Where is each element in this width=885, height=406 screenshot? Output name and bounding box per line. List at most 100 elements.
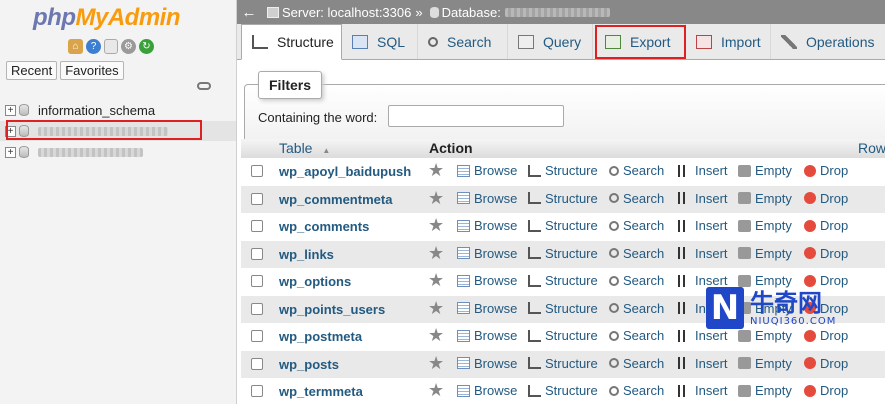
- row-checkbox[interactable]: [251, 220, 263, 232]
- table-name-link[interactable]: wp_points_users: [279, 302, 385, 317]
- favorite-star-icon[interactable]: ★: [428, 270, 444, 291]
- row-checkbox[interactable]: [251, 275, 263, 287]
- drop-action[interactable]: Drop: [804, 383, 848, 398]
- search-action[interactable]: Search: [609, 163, 664, 178]
- insert-action[interactable]: Insert: [678, 328, 728, 343]
- row-checkbox[interactable]: [251, 247, 263, 260]
- breadcrumb-database[interactable]: Database:: [442, 5, 501, 20]
- search-action[interactable]: Search: [609, 328, 664, 343]
- back-arrow-icon[interactable]: ←: [237, 4, 261, 21]
- structure-action[interactable]: Structure: [528, 246, 598, 261]
- browse-action[interactable]: Browse: [457, 273, 517, 288]
- link-icon[interactable]: [197, 82, 211, 90]
- structure-action[interactable]: Structure: [528, 163, 598, 178]
- empty-action[interactable]: Empty: [738, 273, 792, 288]
- table-name-link[interactable]: wp_termmeta: [279, 384, 363, 399]
- browse-action[interactable]: Browse: [457, 246, 517, 261]
- empty-action[interactable]: Empty: [738, 383, 792, 398]
- filter-input[interactable]: [388, 105, 564, 127]
- structure-action[interactable]: Structure: [528, 356, 598, 371]
- empty-action[interactable]: Empty: [738, 163, 792, 178]
- tab-structure[interactable]: Structure: [241, 24, 342, 60]
- home-icon[interactable]: ⌂: [68, 39, 83, 54]
- table-name-link[interactable]: wp_commentmeta: [279, 192, 392, 207]
- tab-search[interactable]: Search: [418, 24, 508, 59]
- table-name-link[interactable]: wp_postmeta: [279, 329, 362, 344]
- help-icon[interactable]: ?: [86, 39, 101, 54]
- table-name-link[interactable]: wp_links: [279, 247, 334, 262]
- tab-operations[interactable]: Operations: [771, 24, 885, 59]
- drop-action[interactable]: Drop: [804, 191, 848, 206]
- empty-action[interactable]: Empty: [738, 356, 792, 371]
- structure-action[interactable]: Structure: [528, 328, 598, 343]
- breadcrumb-server[interactable]: Server: localhost:3306: [282, 5, 411, 20]
- drop-action[interactable]: Drop: [804, 273, 848, 288]
- browse-action[interactable]: Browse: [457, 328, 517, 343]
- drop-action[interactable]: Drop: [804, 218, 848, 233]
- settings-icon[interactable]: ⚙: [121, 39, 136, 54]
- db-name-redacted[interactable]: [38, 145, 143, 160]
- browse-action[interactable]: Browse: [457, 218, 517, 233]
- favorites-button[interactable]: Favorites: [60, 61, 124, 80]
- structure-action[interactable]: Structure: [528, 218, 598, 233]
- insert-action[interactable]: Insert: [678, 163, 728, 178]
- drop-action[interactable]: Drop: [804, 163, 848, 178]
- row-checkbox[interactable]: [251, 165, 263, 177]
- drop-action[interactable]: Drop: [804, 246, 848, 261]
- empty-action[interactable]: Empty: [738, 328, 792, 343]
- rows-column-header[interactable]: Row: [858, 140, 885, 156]
- db-item-redacted-2[interactable]: +: [5, 143, 143, 161]
- expand-icon[interactable]: +: [5, 104, 16, 116]
- tab-query[interactable]: Query: [508, 24, 593, 59]
- tab-import[interactable]: Import: [686, 24, 771, 59]
- phpmyadmin-logo[interactable]: phpMyAdmin: [33, 4, 180, 32]
- browse-action[interactable]: Browse: [457, 163, 517, 178]
- search-action[interactable]: Search: [609, 383, 664, 398]
- row-checkbox[interactable]: [251, 385, 263, 397]
- table-name-link[interactable]: wp_apoyl_baidupush: [279, 164, 411, 179]
- insert-action[interactable]: Insert: [678, 246, 728, 261]
- row-checkbox[interactable]: [251, 302, 263, 315]
- search-action[interactable]: Search: [609, 301, 664, 316]
- browse-action[interactable]: Browse: [457, 301, 517, 316]
- insert-action[interactable]: Insert: [678, 191, 728, 206]
- table-name-link[interactable]: wp_posts: [279, 357, 339, 372]
- table-column-header[interactable]: Table ▲: [279, 140, 330, 156]
- favorite-star-icon[interactable]: ★: [428, 298, 444, 319]
- row-checkbox[interactable]: [251, 330, 263, 342]
- search-action[interactable]: Search: [609, 218, 664, 233]
- table-name-link[interactable]: wp_comments: [279, 219, 369, 234]
- insert-action[interactable]: Insert: [678, 218, 728, 233]
- docs-icon[interactable]: [104, 39, 118, 54]
- recent-button[interactable]: Recent: [6, 61, 58, 80]
- table-name-link[interactable]: wp_options: [279, 274, 351, 289]
- favorite-star-icon[interactable]: ★: [428, 188, 444, 209]
- expand-icon[interactable]: +: [5, 146, 16, 158]
- row-checkbox[interactable]: [251, 192, 263, 205]
- empty-action[interactable]: Empty: [738, 246, 792, 261]
- empty-action[interactable]: Empty: [738, 191, 792, 206]
- favorite-star-icon[interactable]: ★: [428, 380, 444, 401]
- structure-action[interactable]: Structure: [528, 273, 598, 288]
- empty-action[interactable]: Empty: [738, 218, 792, 233]
- drop-action[interactable]: Drop: [804, 328, 848, 343]
- reload-icon[interactable]: ↻: [139, 39, 154, 54]
- structure-action[interactable]: Structure: [528, 383, 598, 398]
- browse-action[interactable]: Browse: [457, 191, 517, 206]
- insert-action[interactable]: Insert: [678, 383, 728, 398]
- insert-action[interactable]: Insert: [678, 356, 728, 371]
- search-action[interactable]: Search: [609, 246, 664, 261]
- favorite-star-icon[interactable]: ★: [428, 325, 444, 346]
- structure-action[interactable]: Structure: [528, 191, 598, 206]
- search-action[interactable]: Search: [609, 191, 664, 206]
- search-action[interactable]: Search: [609, 356, 664, 371]
- row-checkbox[interactable]: [251, 357, 263, 370]
- favorite-star-icon[interactable]: ★: [428, 160, 444, 181]
- favorite-star-icon[interactable]: ★: [428, 243, 444, 264]
- browse-action[interactable]: Browse: [457, 383, 517, 398]
- search-action[interactable]: Search: [609, 273, 664, 288]
- db-name[interactable]: information_schema: [38, 103, 155, 118]
- structure-action[interactable]: Structure: [528, 301, 598, 316]
- favorite-star-icon[interactable]: ★: [428, 215, 444, 236]
- browse-action[interactable]: Browse: [457, 356, 517, 371]
